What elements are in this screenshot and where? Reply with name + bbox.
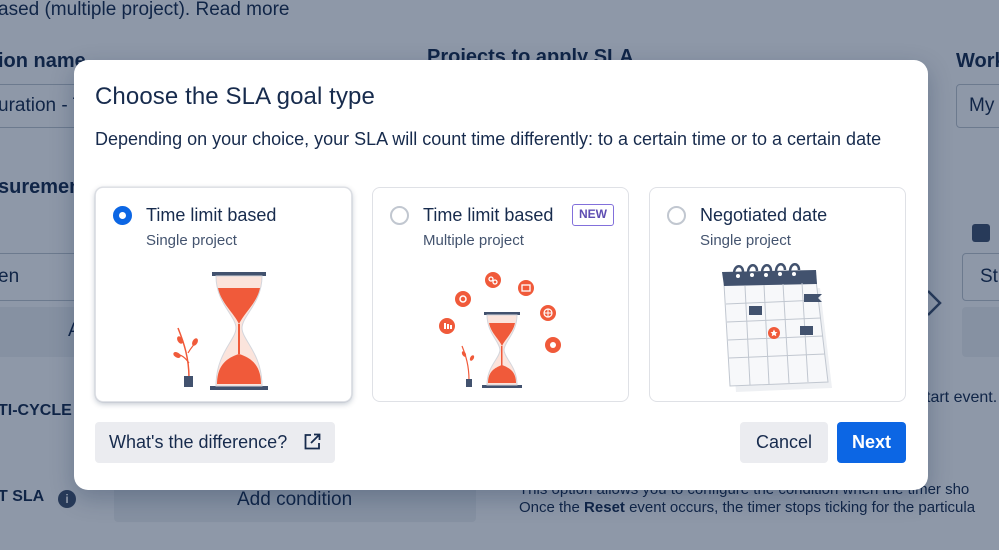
cancel-button[interactable]: Cancel (740, 422, 828, 463)
multi-project-hourglass-illustration (439, 272, 561, 388)
next-button[interactable]: Next (837, 422, 906, 463)
dialog-title: Choose the SLA goal type (95, 83, 375, 110)
difference-button-label: What's the difference? (109, 432, 288, 452)
option-subtitle: Single project (146, 232, 237, 249)
option-title: Negotiated date (700, 205, 828, 225)
calendar-illustration (722, 263, 832, 392)
radio-button[interactable] (390, 206, 409, 225)
dialog-description: Depending on your choice, your SLA will … (95, 129, 882, 149)
radio-button[interactable] (667, 206, 686, 225)
external-link-icon (304, 433, 321, 450)
option-subtitle: Multiple project (423, 232, 524, 249)
option-card-time-limit-single[interactable]: Time limit based Single project (95, 187, 352, 402)
sla-goal-type-dialog: Choose the SLA goal type Depending on yo… (74, 60, 928, 490)
whats-the-difference-button[interactable]: What's the difference? (95, 422, 335, 463)
option-card-negotiated-date[interactable]: Negotiated date Single project (649, 187, 906, 402)
option-title: Time limit based (423, 205, 554, 225)
option-card-time-limit-multiple[interactable]: Time limit based NEW Multiple project (372, 187, 629, 402)
option-title: Time limit based (146, 205, 277, 225)
radio-button-selected[interactable] (113, 206, 132, 225)
new-badge: NEW (572, 204, 614, 226)
hourglass-illustration (173, 272, 268, 390)
option-subtitle: Single project (700, 232, 791, 249)
